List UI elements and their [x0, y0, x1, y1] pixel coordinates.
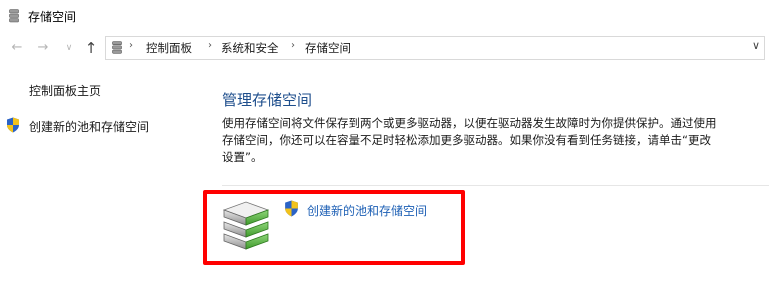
create-pool-link[interactable]: 创建新的池和存储空间: [307, 202, 427, 219]
breadcrumb-system-security[interactable]: 系统和安全: [221, 40, 279, 56]
storage-spaces-icon: [112, 41, 122, 54]
chevron-down-icon: ∨: [65, 43, 73, 53]
arrow-right-icon: →: [37, 40, 49, 55]
forward-button[interactable]: →: [35, 40, 51, 56]
uac-shield-icon: [285, 200, 298, 217]
address-bar[interactable]: › 控制面板 › 系统和安全 › 存储空间 ∨: [105, 36, 765, 60]
back-button[interactable]: ←: [9, 40, 25, 56]
page-description: 使用存储空间将文件保存到两个或更多驱动器，以便在驱动器发生故障时为你提供保护。通…: [222, 116, 717, 164]
up-button[interactable]: ↑: [83, 40, 99, 56]
breadcrumb-storage-spaces[interactable]: 存储空间: [305, 40, 351, 56]
drives-stack-icon: [222, 201, 270, 250]
control-panel-home-link[interactable]: 控制面板主页: [29, 82, 101, 99]
chevron-right-icon[interactable]: ›: [291, 40, 295, 51]
title-bar: 存储空间: [0, 0, 769, 32]
breadcrumb-control-panel[interactable]: 控制面板: [146, 40, 192, 56]
arrow-up-icon: ↑: [84, 39, 98, 57]
uac-shield-icon: [7, 117, 19, 133]
recent-locations-button[interactable]: ∨: [61, 40, 77, 56]
arrow-left-icon: ←: [11, 40, 23, 55]
chevron-right-icon: ›: [129, 40, 133, 51]
storage-spaces-icon: [9, 9, 19, 23]
create-pool-link-sidebar[interactable]: 创建新的池和存储空间: [29, 118, 149, 135]
window-title: 存储空间: [28, 10, 77, 24]
divider: [222, 185, 769, 186]
chevron-right-icon[interactable]: ›: [208, 40, 212, 51]
navigation-bar: ← → ∨ ↑ › 控制面板 › 系统和安全 › 存储空间 ∨: [0, 36, 769, 62]
page-title: 管理存储空间: [222, 91, 313, 109]
address-dropdown-icon[interactable]: ∨: [752, 39, 760, 52]
